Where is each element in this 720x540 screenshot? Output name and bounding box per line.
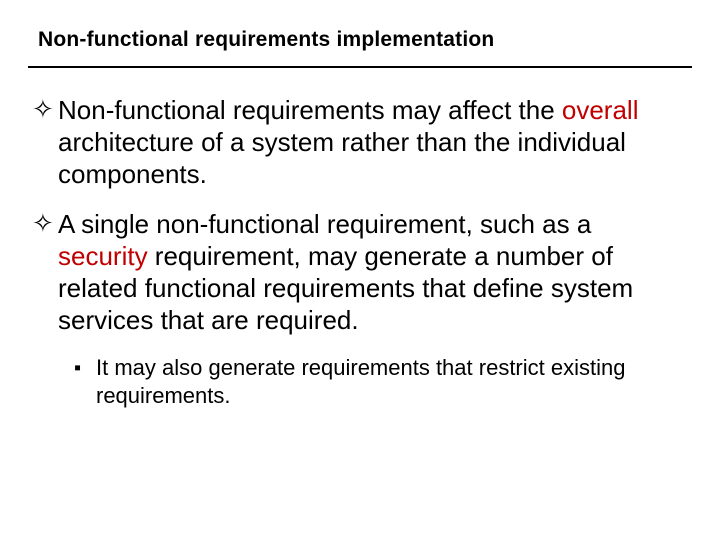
text-segment: A single non-functional requirement, suc… xyxy=(58,209,591,239)
highlight-text: overall xyxy=(562,95,639,125)
highlight-text: security xyxy=(58,241,148,271)
text-segment: architecture of a system rather than the… xyxy=(58,127,626,189)
diamond-icon: ✧ xyxy=(32,208,58,238)
sub-bullet-item: ▪ It may also generate requirements that… xyxy=(74,354,678,410)
bullet-item: ✧ Non-functional requirements may affect… xyxy=(32,94,678,190)
content-area: ✧ Non-functional requirements may affect… xyxy=(28,94,692,410)
slide: Non-functional requirements implementati… xyxy=(0,0,720,540)
title-wrap: Non-functional requirements implementati… xyxy=(28,28,692,56)
divider-line xyxy=(28,66,692,68)
bullet-text: A single non-functional requirement, suc… xyxy=(58,208,678,336)
slide-title: Non-functional requirements implementati… xyxy=(38,28,682,52)
diamond-icon: ✧ xyxy=(32,94,58,124)
bullet-text: Non-functional requirements may affect t… xyxy=(58,94,678,190)
bullet-item: ✧ A single non-functional requirement, s… xyxy=(32,208,678,336)
square-icon: ▪ xyxy=(74,354,96,382)
sub-bullet-text: It may also generate requirements that r… xyxy=(96,354,678,410)
text-segment: Non-functional requirements may affect t… xyxy=(58,95,562,125)
